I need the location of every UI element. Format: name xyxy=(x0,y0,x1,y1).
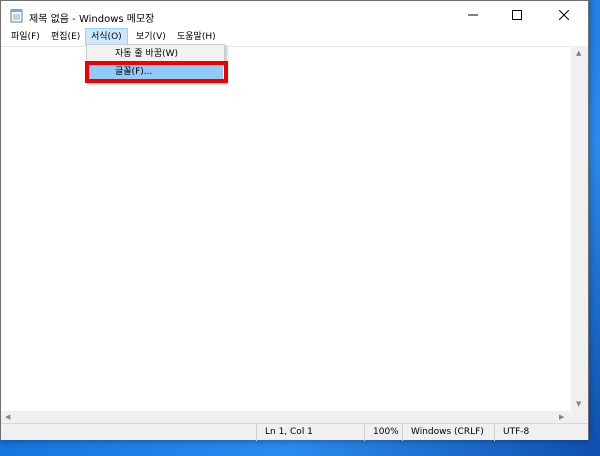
scroll-down-icon[interactable]: ▼ xyxy=(576,399,581,409)
close-button[interactable] xyxy=(539,1,588,31)
maximize-button[interactable] xyxy=(495,1,539,31)
horizontal-scrollbar[interactable]: ◀ ▶ xyxy=(1,411,571,423)
window-title: 제목 없음 - Windows 메모장 xyxy=(29,14,155,25)
text-editor-area[interactable] xyxy=(1,46,588,422)
close-icon xyxy=(558,9,569,23)
scroll-left-icon[interactable]: ◀ xyxy=(5,412,10,422)
notepad-icon xyxy=(10,8,23,23)
menu-item-word-wrap[interactable]: 자동 줄 바꿈(W) xyxy=(88,46,223,63)
status-cursor-position: Ln 1, Col 1 xyxy=(256,424,364,441)
vertical-scrollbar[interactable]: ▲ ▼ xyxy=(571,46,588,411)
minimize-button[interactable] xyxy=(451,1,495,31)
maximize-icon xyxy=(512,9,522,23)
menu-file[interactable]: 파일(F) xyxy=(6,28,45,46)
format-dropdown-menu: 자동 줄 바꿈(W) 글꼴(F)... xyxy=(86,44,225,82)
scroll-right-icon[interactable]: ▶ xyxy=(559,412,564,422)
status-encoding: UTF-8 xyxy=(494,424,588,441)
status-zoom: 100% xyxy=(364,424,402,441)
menu-item-font[interactable]: 글꼴(F)... xyxy=(88,64,223,81)
status-bar: Ln 1, Col 1 100% Windows (CRLF) UTF-8 xyxy=(1,423,588,441)
scroll-up-icon[interactable]: ▲ xyxy=(576,48,581,58)
minimize-icon xyxy=(468,10,478,23)
status-line-ending: Windows (CRLF) xyxy=(402,424,494,441)
menu-edit[interactable]: 편집(E) xyxy=(46,28,85,46)
scroll-corner xyxy=(571,411,588,423)
title-bar[interactable]: 제목 없음 - Windows 메모장 xyxy=(1,1,588,31)
